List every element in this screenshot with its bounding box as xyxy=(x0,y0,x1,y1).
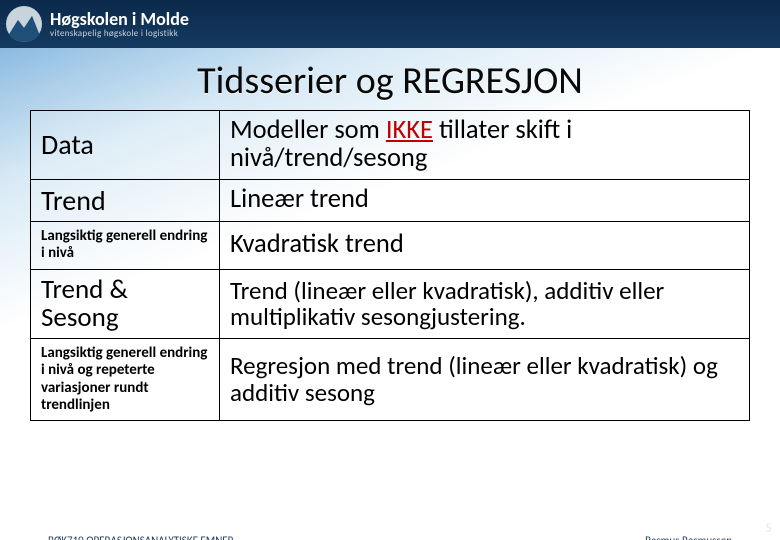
table-row: Langsiktig generell endring i nivå Kvadr… xyxy=(31,222,750,270)
table-row: Langsiktig generell endring i nivå og re… xyxy=(31,339,750,421)
row-label: Trend & Sesong xyxy=(41,276,209,333)
slide: Høgskolen i Molde vitenskapelig høgskole… xyxy=(0,0,780,540)
slide-title: Tidsserier og REGRESJON xyxy=(0,58,780,104)
row-content: Kvadratisk trend xyxy=(230,231,739,259)
row-content: Modeller som IKKE tillater skift i nivå/… xyxy=(230,117,739,173)
footer-left: BØK710 OPERASJONSANALYTISKE EMNER xyxy=(48,534,234,540)
page-number: 5 xyxy=(765,521,772,536)
row-label: Data xyxy=(41,130,209,159)
row-label: Langsiktig generell endring i nivå og re… xyxy=(41,345,209,414)
content-table: Data Modeller som IKKE tillater skift i … xyxy=(30,110,750,421)
row-label: Langsiktig generell endring i nivå xyxy=(41,228,209,263)
brand-subtitle: vitenskapelig høgskole i logistikk xyxy=(50,28,189,39)
brand-text: Høgskolen i Molde vitenskapelig høgskole… xyxy=(50,10,189,39)
row-label: Trend xyxy=(41,186,209,215)
footer-right: Rasmus Rasmussen xyxy=(645,534,732,540)
brand-name: Høgskolen i Molde xyxy=(50,10,189,28)
table-row: Trend Lineær trend xyxy=(31,179,750,221)
header-bar: Høgskolen i Molde vitenskapelig høgskole… xyxy=(0,0,780,48)
row-content: Trend (lineær eller kvadratisk), additiv… xyxy=(230,278,739,331)
table-row: Data Modeller som IKKE tillater skift i … xyxy=(31,111,750,180)
table-row: Trend & Sesong Trend (lineær eller kvadr… xyxy=(31,269,750,339)
row-content: Regresjon med trend (lineær eller kvadra… xyxy=(230,353,739,406)
logo-icon xyxy=(6,6,42,42)
row-content: Lineær trend xyxy=(230,186,739,214)
